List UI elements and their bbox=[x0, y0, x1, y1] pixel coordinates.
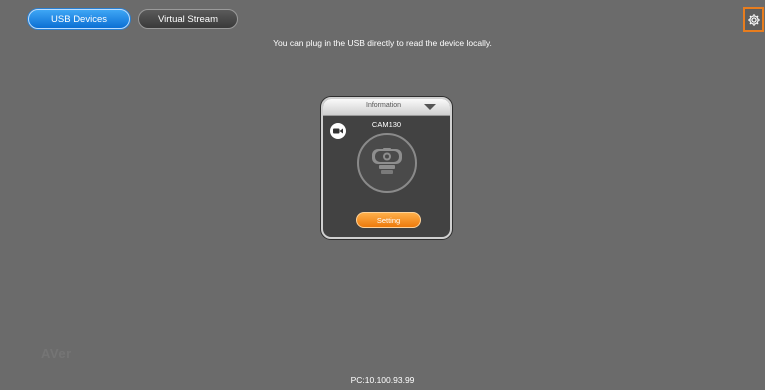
aver-watermark-logo: AVer bbox=[41, 346, 72, 361]
pc-ip-address: PC:10.100.93.99 bbox=[350, 375, 415, 385]
webcam-icon bbox=[372, 148, 402, 174]
gear-icon bbox=[747, 13, 760, 26]
info-dropdown-label: Information bbox=[366, 102, 402, 109]
device-name: CAM130 bbox=[371, 120, 402, 129]
setting-button[interactable]: Setting bbox=[356, 212, 421, 228]
tab-usb-devices[interactable]: USB Devices bbox=[28, 9, 130, 29]
device-card: Information CAM130 Setting bbox=[321, 97, 452, 239]
settings-button[interactable] bbox=[743, 7, 764, 32]
triangle-down-icon[interactable] bbox=[424, 104, 436, 110]
device-image bbox=[357, 133, 417, 193]
info-dropdown-header[interactable]: Information bbox=[323, 99, 450, 116]
tab-bar: USB Devices Virtual Stream bbox=[28, 9, 238, 29]
tab-virtual-stream[interactable]: Virtual Stream bbox=[138, 9, 238, 29]
usb-hint-text: You can plug in the USB directly to read… bbox=[273, 38, 492, 48]
